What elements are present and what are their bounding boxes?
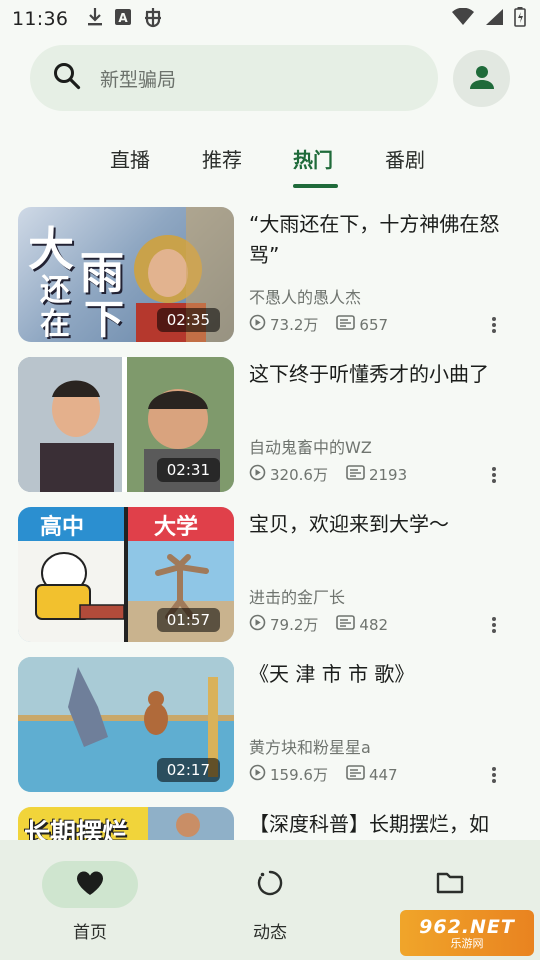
video-stats: 159.6万 447 [249, 764, 416, 785]
video-stats: 73.2万 657 [249, 314, 406, 335]
video-author[interactable]: 黄方块和粉星星a [249, 734, 371, 758]
nav-files-pill[interactable] [402, 861, 498, 908]
video-thumbnail[interactable]: 02:31 [18, 357, 234, 492]
signal-icon [484, 8, 504, 30]
person-icon [469, 64, 495, 94]
thumb-text: 高中 [40, 515, 85, 540]
tab-live[interactable]: 直播 [110, 144, 150, 173]
bug-icon [142, 6, 164, 32]
nav-home-pill[interactable] [42, 861, 138, 908]
nav-dynamic-label: 动态 [253, 923, 287, 943]
download-icon [86, 7, 104, 31]
nav-dynamic-pill[interactable] [222, 861, 318, 908]
video-item[interactable]: 02:17 《天 津 市 市 歌》 黄方块和粉星星a 159.6万 447 [0, 657, 540, 793]
play-count-icon [249, 764, 266, 785]
video-title[interactable]: 【深度科普】长期摆烂，如 [249, 809, 515, 840]
video-title[interactable]: 《天 津 市 市 歌》 [249, 659, 515, 690]
video-item[interactable]: 长期摆烂 【深度科普】长期摆烂，如 [0, 807, 540, 840]
video-list[interactable]: 大 雨 还 在 下 02:35 “大雨还在下，十方神佛在怒骂” 不愚人的愚人杰 … [0, 207, 540, 840]
search-bar[interactable]: 新型骗局 [30, 45, 438, 111]
nav-home-label: 首页 [73, 923, 107, 943]
video-duration: 01:57 [156, 608, 220, 632]
danmaku-count: 2193 [368, 465, 408, 484]
video-thumbnail[interactable]: 长期摆烂 [18, 807, 234, 840]
status-time: 11:36 [12, 8, 69, 30]
thumb-text: 大学 [154, 515, 199, 540]
danmaku-count: 657 [359, 315, 389, 334]
more-options-icon[interactable] [486, 465, 502, 485]
heart-icon [76, 870, 104, 900]
folder-icon [436, 871, 464, 899]
danmaku-icon [336, 615, 356, 634]
tab-recommend[interactable]: 推荐 [202, 144, 242, 173]
svg-text:A: A [119, 11, 129, 25]
wifi-icon [452, 7, 474, 30]
video-duration: 02:17 [156, 758, 220, 782]
more-options-icon[interactable] [486, 615, 502, 635]
video-item[interactable]: 02:31 这下终于听懂秀才的小曲了 自动鬼畜中的WZ 320.6万 2193 [0, 357, 540, 493]
tab-hot[interactable]: 热门 [293, 144, 333, 173]
more-options-icon[interactable] [486, 765, 502, 785]
tab-bangumi[interactable]: 番剧 [385, 144, 425, 173]
danmaku-icon [346, 465, 365, 484]
video-duration: 02:35 [156, 308, 220, 332]
video-author[interactable]: 自动鬼畜中的WZ [249, 434, 372, 458]
danmaku-icon [346, 765, 365, 784]
video-thumbnail[interactable]: 大 雨 还 在 下 02:35 [18, 207, 234, 342]
a-box-icon: A [114, 8, 132, 30]
view-count: 79.2万 [270, 616, 319, 634]
video-author[interactable]: 不愚人的愚人杰 [249, 284, 361, 308]
play-count-icon [249, 614, 266, 635]
video-thumbnail[interactable]: 02:17 [18, 657, 234, 792]
thumb-text: 长期摆烂 [24, 819, 129, 840]
play-count-icon [249, 464, 266, 485]
video-item[interactable]: 高中 大学 01:57 宝贝，欢迎来到大学～ 进击的金厂长 79.2万 482 [0, 507, 540, 643]
more-options-icon[interactable] [486, 315, 502, 335]
video-thumbnail[interactable]: 高中 大学 01:57 [18, 507, 234, 642]
nav-dynamic[interactable]: 动态 [180, 840, 360, 960]
view-count: 320.6万 [270, 466, 328, 484]
search-icon [52, 61, 82, 95]
video-duration: 02:31 [156, 458, 220, 482]
thumb-text: 下 [84, 296, 124, 342]
video-stats: 320.6万 2193 [249, 464, 425, 485]
watermark-line1: 962.NET [419, 915, 515, 938]
play-count-icon [249, 314, 266, 335]
status-bar: 11:36 A [0, 0, 540, 38]
site-watermark: 962.NET 乐游网 [400, 910, 534, 956]
watermark-line2: 乐游网 [450, 936, 484, 950]
search-input[interactable]: 新型骗局 [100, 65, 176, 92]
refresh-circle-icon [256, 869, 284, 901]
danmaku-count: 482 [359, 615, 389, 634]
view-count: 73.2万 [270, 316, 319, 334]
view-count: 159.6万 [270, 766, 328, 784]
danmaku-icon [336, 315, 356, 334]
thumb-text: 在 [40, 307, 70, 342]
video-title[interactable]: 宝贝，欢迎来到大学～ [249, 509, 515, 540]
category-tabs: 直播 推荐 热门 番剧 [0, 138, 540, 190]
video-author[interactable]: 进击的金厂长 [249, 584, 345, 608]
nav-home[interactable]: 首页 [0, 840, 180, 960]
video-title[interactable]: 这下终于听懂秀才的小曲了 [249, 359, 515, 390]
battery-icon [514, 7, 526, 31]
video-stats: 79.2万 482 [249, 614, 406, 635]
video-title[interactable]: “大雨还在下，十方神佛在怒骂” [249, 209, 515, 271]
account-button[interactable] [453, 50, 510, 107]
danmaku-count: 447 [368, 765, 398, 784]
tab-indicator [293, 184, 338, 188]
video-item[interactable]: 大 雨 还 在 下 02:35 “大雨还在下，十方神佛在怒骂” 不愚人的愚人杰 … [0, 207, 540, 343]
